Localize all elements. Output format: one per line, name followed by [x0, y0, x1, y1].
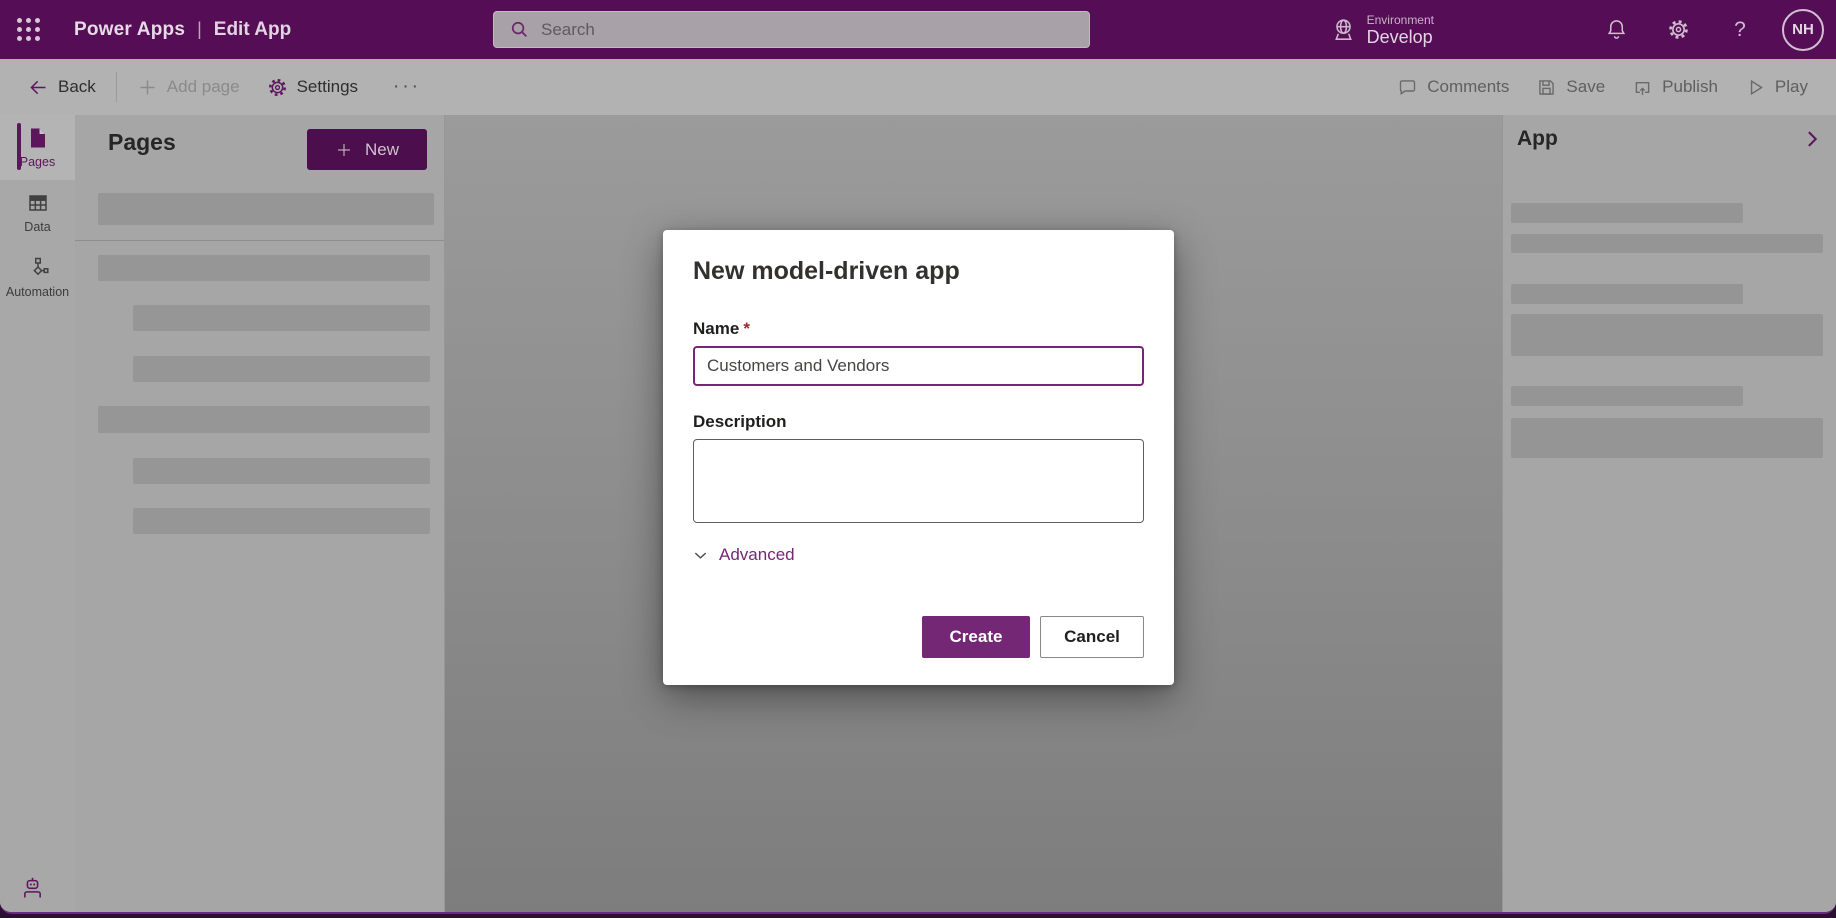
skeleton-bar — [133, 508, 430, 534]
top-app-bar: Power Apps | Edit App Environment Develo… — [0, 0, 1836, 59]
play-icon — [1750, 79, 1763, 95]
plus-icon — [337, 143, 350, 156]
skeleton-bar — [1511, 284, 1743, 304]
comments-button[interactable]: Comments — [1397, 77, 1509, 98]
new-model-driven-app-dialog: New model-driven app Name* Description A… — [663, 230, 1174, 685]
app-properties-panel: App — [1502, 115, 1836, 912]
skeleton-bar — [1511, 203, 1743, 223]
pages-panel: Pages New — [75, 115, 445, 912]
gear-icon — [268, 78, 286, 96]
pages-document-icon — [30, 128, 45, 148]
cancel-button[interactable]: Cancel — [1040, 616, 1144, 658]
app-panel-header: App — [1517, 127, 1822, 151]
settings-button[interactable]: Settings — [267, 77, 358, 98]
rail-item-data[interactable]: Data — [0, 180, 75, 245]
copilot-robot-icon[interactable] — [19, 875, 46, 902]
global-search-box[interactable] — [493, 11, 1090, 48]
overflow-menu-button[interactable]: ··· — [385, 76, 429, 98]
save-floppy-icon — [1539, 79, 1555, 95]
create-button[interactable]: Create — [922, 616, 1030, 658]
app-panel-title: App — [1517, 127, 1558, 150]
new-page-button[interactable]: New — [307, 129, 427, 170]
dialog-footer: Create Cancel — [693, 616, 1144, 658]
pages-panel-title: Pages — [108, 129, 176, 155]
notifications-bell-icon[interactable] — [1604, 18, 1628, 42]
product-name: Power Apps — [74, 18, 186, 40]
advanced-label: Advanced — [719, 545, 795, 564]
waffle-dots — [16, 18, 40, 41]
publish-button[interactable]: Publish — [1632, 77, 1718, 98]
search-icon — [511, 21, 527, 37]
data-table-icon — [28, 195, 47, 211]
name-field-label: Name * — [693, 319, 750, 338]
save-button[interactable]: Save — [1536, 77, 1605, 98]
account-avatar[interactable]: NH — [1782, 8, 1824, 51]
skeleton-bar — [1511, 386, 1743, 406]
chevron-down-icon — [694, 552, 707, 559]
publish-icon — [1635, 81, 1650, 95]
description-field-label: Description — [693, 412, 787, 431]
automation-flow-icon — [32, 257, 49, 276]
dialog-title: New model-driven app — [693, 257, 960, 285]
toolbar-divider — [115, 72, 117, 102]
skeleton-bar — [98, 255, 430, 281]
avatar-initials: NH — [1792, 21, 1814, 38]
rail-item-pages[interactable]: Pages — [0, 115, 75, 180]
environment-label: Environment — [1366, 12, 1434, 27]
skeleton-bar — [1511, 418, 1823, 458]
selected-indicator — [17, 123, 21, 170]
page-context-title: Edit App — [213, 18, 292, 40]
plus-icon — [140, 80, 155, 94]
search-input[interactable] — [541, 19, 1041, 40]
environment-text: Environment Develop — [1367, 13, 1434, 47]
back-arrow-icon — [30, 80, 46, 94]
topbar-right-cluster: Environment Develop ? NH — [1330, 0, 1836, 59]
environment-name: Develop — [1366, 26, 1433, 47]
skeleton-bar — [133, 305, 430, 331]
panel-divider — [75, 240, 444, 241]
app-launcher-waffle-icon[interactable] — [6, 8, 50, 52]
description-textarea[interactable] — [693, 439, 1144, 523]
environment-picker[interactable]: Environment Develop — [1330, 13, 1434, 47]
environment-globe-icon — [1334, 19, 1352, 40]
skeleton-bar — [1511, 314, 1823, 356]
chevron-right-icon[interactable] — [1802, 129, 1822, 149]
settings-gear-icon[interactable] — [1666, 18, 1690, 42]
add-page-button[interactable]: Add page — [137, 77, 240, 98]
skeleton-bar — [1511, 234, 1823, 253]
comment-bubble-icon — [1400, 79, 1416, 95]
skeleton-bar — [133, 356, 430, 382]
command-bar: Back Add page Settings ··· Comments Save… — [0, 59, 1836, 115]
required-marker: * — [743, 319, 750, 338]
play-button[interactable]: Play — [1745, 77, 1808, 98]
window-title: Power Apps | Edit App — [74, 19, 291, 41]
title-separator: | — [197, 19, 202, 39]
skeleton-bar — [133, 458, 430, 484]
skeleton-bar — [98, 406, 430, 433]
left-nav-rail: Pages Data Automation — [0, 115, 75, 912]
advanced-toggle[interactable]: Advanced — [693, 545, 795, 565]
rail-item-automation[interactable]: Automation — [0, 245, 75, 310]
app-name-input[interactable] — [693, 346, 1144, 386]
skeleton-bar — [98, 193, 434, 225]
help-icon[interactable]: ? — [1728, 18, 1752, 42]
back-button[interactable]: Back — [28, 77, 96, 98]
